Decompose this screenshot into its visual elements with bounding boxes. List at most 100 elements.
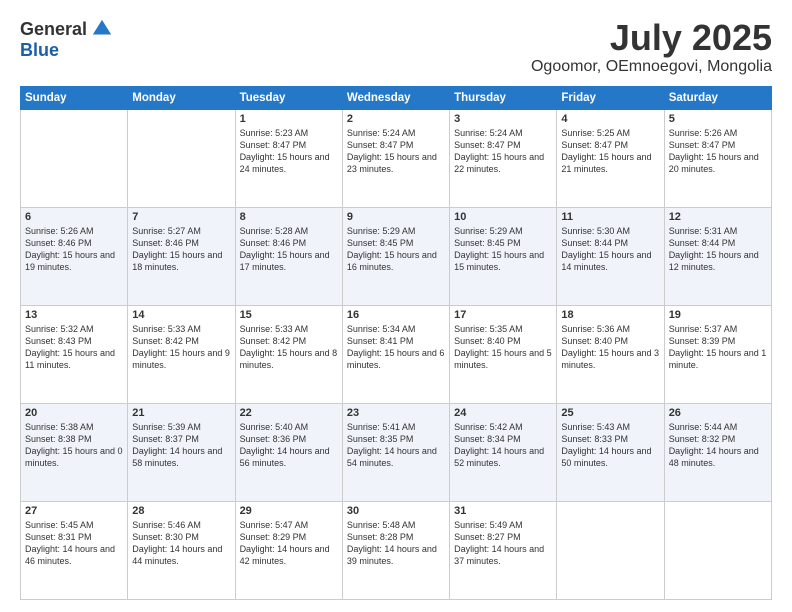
day-info: Sunrise: 5:23 AMSunset: 8:47 PMDaylight:…	[240, 127, 338, 176]
table-row	[21, 109, 128, 207]
col-tuesday: Tuesday	[235, 86, 342, 109]
day-number: 25	[561, 407, 659, 419]
col-monday: Monday	[128, 86, 235, 109]
day-info: Sunrise: 5:25 AMSunset: 8:47 PMDaylight:…	[561, 127, 659, 176]
calendar-week-row: 1Sunrise: 5:23 AMSunset: 8:47 PMDaylight…	[21, 109, 772, 207]
table-row: 19 Sunrise: 5:37 AMSunset: 8:39 PMDayligh…	[664, 305, 771, 403]
header: General Blue July 2025 Ogoomor, OEmnoego…	[20, 18, 772, 76]
logo-icon	[91, 18, 113, 40]
day-info: Sunrise: 5:33 AMSunset: 8:42 PMDaylight:…	[132, 323, 230, 372]
table-row: 15 Sunrise: 5:33 AMSunset: 8:42 PMDayligh…	[235, 305, 342, 403]
day-info: Sunrise: 5:28 AMSunset: 8:46 PMDaylight:…	[240, 225, 338, 274]
day-info: Sunrise: 5:29 AMSunset: 8:45 PMDaylight:…	[347, 225, 445, 274]
logo-blue-text: Blue	[20, 40, 59, 61]
table-row: 9 Sunrise: 5:29 AMSunset: 8:45 PMDaylight…	[342, 207, 449, 305]
table-row	[664, 501, 771, 599]
table-row	[128, 109, 235, 207]
day-info: Sunrise: 5:36 AMSunset: 8:40 PMDaylight:…	[561, 323, 659, 372]
day-number: 6	[25, 211, 123, 223]
table-row: 21 Sunrise: 5:39 AMSunset: 8:37 PMDayligh…	[128, 403, 235, 501]
table-row: 31 Sunrise: 5:49 AMSunset: 8:27 PMDayligh…	[450, 501, 557, 599]
day-number: 9	[347, 211, 445, 223]
table-row: 30Sunrise: 5:48 AMSunset: 8:28 PMDayligh…	[342, 501, 449, 599]
day-info: Sunrise: 5:34 AMSunset: 8:41 PMDaylight:…	[347, 323, 445, 372]
table-row: 4 Sunrise: 5:25 AMSunset: 8:47 PMDaylight…	[557, 109, 664, 207]
day-number: 27	[25, 505, 123, 517]
day-number: 15	[240, 309, 338, 321]
table-row: 12Sunrise: 5:31 AMSunset: 8:44 PMDayligh…	[664, 207, 771, 305]
day-info: Sunrise: 5:40 AMSunset: 8:36 PMDaylight:…	[240, 421, 338, 470]
table-row: 29 Sunrise: 5:47 AMSunset: 8:29 PMDayligh…	[235, 501, 342, 599]
day-info: Sunrise: 5:26 AMSunset: 8:47 PMDaylight:…	[669, 127, 767, 176]
day-info: Sunrise: 5:37 AMSunset: 8:39 PMDaylight:…	[669, 323, 767, 372]
page: General Blue July 2025 Ogoomor, OEmnoego…	[0, 0, 792, 612]
col-friday: Friday	[557, 86, 664, 109]
day-number: 21	[132, 407, 230, 419]
day-number: 23	[347, 407, 445, 419]
table-row: 6Sunrise: 5:26 AMSunset: 8:46 PMDaylight…	[21, 207, 128, 305]
day-info: Sunrise: 5:39 AMSunset: 8:37 PMDaylight:…	[132, 421, 230, 470]
table-row: 8 Sunrise: 5:28 AMSunset: 8:46 PMDaylight…	[235, 207, 342, 305]
day-number: 16	[347, 309, 445, 321]
day-number: 12	[669, 211, 767, 223]
col-wednesday: Wednesday	[342, 86, 449, 109]
calendar-week-row: 13 Sunrise: 5:32 AMSunset: 8:43 PMDayligh…	[21, 305, 772, 403]
calendar-week-row: 6Sunrise: 5:26 AMSunset: 8:46 PMDaylight…	[21, 207, 772, 305]
calendar-header-row: Sunday Monday Tuesday Wednesday Thursday…	[21, 86, 772, 109]
day-number: 18	[561, 309, 659, 321]
day-info: Sunrise: 5:44 AMSunset: 8:32 PMDaylight:…	[669, 421, 767, 470]
day-info: Sunrise: 5:33 AMSunset: 8:42 PMDaylight:…	[240, 323, 338, 372]
table-row: 23Sunrise: 5:41 AMSunset: 8:35 PMDayligh…	[342, 403, 449, 501]
table-row: 28 Sunrise: 5:46 AMSunset: 8:30 PMDayligh…	[128, 501, 235, 599]
day-number: 11	[561, 211, 659, 223]
day-number: 31	[454, 505, 552, 517]
location-title: Ogoomor, OEmnoegovi, Mongolia	[531, 58, 772, 76]
day-number: 5	[669, 113, 767, 125]
calendar-week-row: 27Sunrise: 5:45 AMSunset: 8:31 PMDayligh…	[21, 501, 772, 599]
day-number: 28	[132, 505, 230, 517]
table-row: 11 Sunrise: 5:30 AMSunset: 8:44 PMDayligh…	[557, 207, 664, 305]
day-info: Sunrise: 5:42 AMSunset: 8:34 PMDaylight:…	[454, 421, 552, 470]
table-row: 5 Sunrise: 5:26 AMSunset: 8:47 PMDaylight…	[664, 109, 771, 207]
table-row: 16 Sunrise: 5:34 AMSunset: 8:41 PMDayligh…	[342, 305, 449, 403]
table-row: 2Sunrise: 5:24 AMSunset: 8:47 PMDaylight…	[342, 109, 449, 207]
day-number: 7	[132, 211, 230, 223]
table-row: 3Sunrise: 5:24 AMSunset: 8:47 PMDaylight…	[450, 109, 557, 207]
day-number: 17	[454, 309, 552, 321]
table-row: 20Sunrise: 5:38 AMSunset: 8:38 PMDayligh…	[21, 403, 128, 501]
day-number: 30	[347, 505, 445, 517]
day-info: Sunrise: 5:46 AMSunset: 8:30 PMDaylight:…	[132, 519, 230, 568]
day-info: Sunrise: 5:43 AMSunset: 8:33 PMDaylight:…	[561, 421, 659, 470]
table-row: 17 Sunrise: 5:35 AMSunset: 8:40 PMDayligh…	[450, 305, 557, 403]
day-number: 4	[561, 113, 659, 125]
month-title: July 2025	[531, 18, 772, 58]
day-number: 2	[347, 113, 445, 125]
day-info: Sunrise: 5:27 AMSunset: 8:46 PMDaylight:…	[132, 225, 230, 274]
day-number: 8	[240, 211, 338, 223]
day-number: 29	[240, 505, 338, 517]
table-row	[557, 501, 664, 599]
day-number: 19	[669, 309, 767, 321]
day-number: 10	[454, 211, 552, 223]
table-row: 26Sunrise: 5:44 AMSunset: 8:32 PMDayligh…	[664, 403, 771, 501]
table-row: 1Sunrise: 5:23 AMSunset: 8:47 PMDaylight…	[235, 109, 342, 207]
day-info: Sunrise: 5:32 AMSunset: 8:43 PMDaylight:…	[25, 323, 123, 372]
day-number: 20	[25, 407, 123, 419]
day-number: 24	[454, 407, 552, 419]
table-row: 24 Sunrise: 5:42 AMSunset: 8:34 PMDayligh…	[450, 403, 557, 501]
calendar-table: Sunday Monday Tuesday Wednesday Thursday…	[20, 86, 772, 600]
day-info: Sunrise: 5:35 AMSunset: 8:40 PMDaylight:…	[454, 323, 552, 372]
day-info: Sunrise: 5:24 AMSunset: 8:47 PMDaylight:…	[454, 127, 552, 176]
day-number: 13	[25, 309, 123, 321]
day-info: Sunrise: 5:30 AMSunset: 8:44 PMDaylight:…	[561, 225, 659, 274]
col-thursday: Thursday	[450, 86, 557, 109]
table-row: 10Sunrise: 5:29 AMSunset: 8:45 PMDayligh…	[450, 207, 557, 305]
day-number: 14	[132, 309, 230, 321]
day-info: Sunrise: 5:49 AMSunset: 8:27 PMDaylight:…	[454, 519, 552, 568]
day-info: Sunrise: 5:47 AMSunset: 8:29 PMDaylight:…	[240, 519, 338, 568]
title-block: July 2025 Ogoomor, OEmnoegovi, Mongolia	[531, 18, 772, 76]
table-row: 27Sunrise: 5:45 AMSunset: 8:31 PMDayligh…	[21, 501, 128, 599]
table-row: 13 Sunrise: 5:32 AMSunset: 8:43 PMDayligh…	[21, 305, 128, 403]
table-row: 18 Sunrise: 5:36 AMSunset: 8:40 PMDayligh…	[557, 305, 664, 403]
table-row: 14 Sunrise: 5:33 AMSunset: 8:42 PMDayligh…	[128, 305, 235, 403]
